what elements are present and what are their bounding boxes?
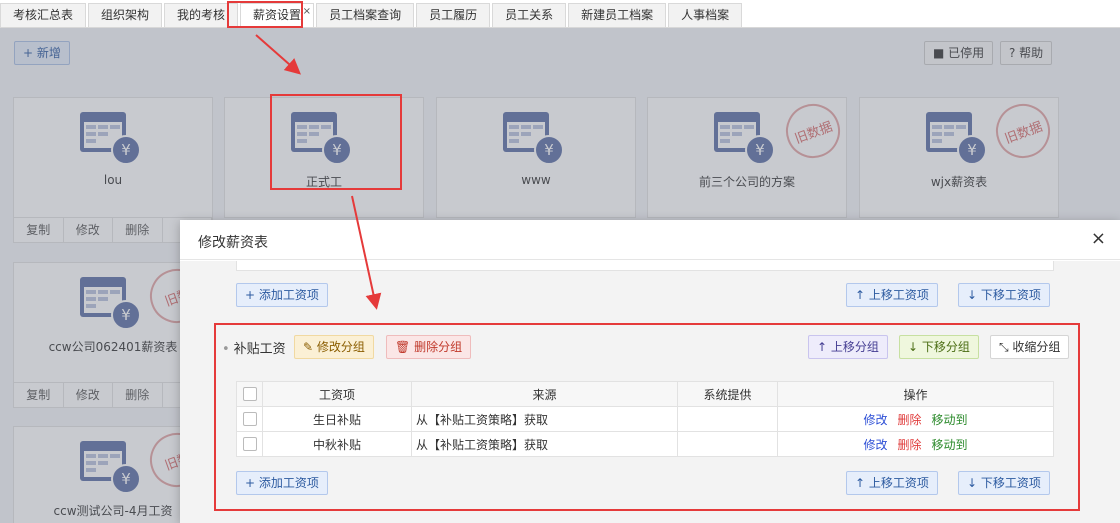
row-edit-link[interactable]: 修改 [863, 438, 887, 452]
tab-personnel-records[interactable]: 人事档案 [668, 3, 743, 27]
row-checkbox[interactable] [242, 437, 257, 452]
tab-assessment-summary[interactable]: 考核汇总表 [0, 3, 87, 27]
tab-employee-record-query[interactable]: 员工档案查询 [316, 3, 415, 27]
trash-icon: 🗑 [395, 340, 415, 354]
actions-cell: 修改 删除 移动到 [777, 431, 1054, 457]
move-group-up-label: 上移分组 [830, 340, 879, 354]
row-move-link[interactable]: 移动到 [932, 413, 968, 427]
tab-employee-relations[interactable]: 员工关系 [492, 3, 567, 27]
source-cell: 从【补贴工资策略】获取 [411, 406, 678, 432]
group-name-text: 补贴工资 [233, 342, 286, 357]
move-group-up-button[interactable]: ↑ 上移分组 [808, 335, 888, 359]
move-item-up-button[interactable]: ↑ 上移工资项 [846, 471, 938, 495]
collapse-group-button[interactable]: ⤡ 收缩分组 [990, 335, 1070, 359]
delete-group-label: 删除分组 [414, 340, 463, 354]
row-delete-link[interactable]: 删除 [897, 438, 921, 452]
move-item-down-button[interactable]: ↓ 下移工资项 [958, 471, 1050, 495]
modal-body: + 添加工资项 ↑ 上移工资项 ↓ 下移工资项 • 补贴工资 ✎ 修改分组 🗑 删… [180, 261, 1120, 523]
tab-bar: 考核汇总表 组织架构 我的考核 薪资设置 × 员工档案查询 员工履历 员工关系 … [0, 0, 1120, 28]
close-icon[interactable]: × [1091, 228, 1106, 249]
move-item-up-button[interactable]: ↑ 上移工资项 [846, 283, 938, 307]
item-cell: 生日补贴 [262, 406, 412, 432]
col-header-system: 系统提供 [677, 381, 778, 407]
arrow-up-icon: ↑ [817, 340, 831, 354]
row-checkbox[interactable] [242, 412, 257, 427]
edit-group-label: 修改分组 [316, 340, 365, 354]
table-row: 中秋补贴 从【补贴工资策略】获取 修改 删除 移动到 [236, 431, 1054, 457]
row-move-link[interactable]: 移动到 [932, 438, 968, 452]
edit-icon: ✎ [303, 340, 317, 354]
collapse-group-label: 收缩分组 [1012, 340, 1061, 354]
collapse-icon: ⤡ [999, 340, 1013, 354]
tab-employee-history[interactable]: 员工履历 [416, 3, 491, 27]
group-allowance: • 补贴工资 ✎ 修改分组 🗑 删除分组 ↑ 上移分组 ↓ 下移分组 ⤡ 收缩分组… [214, 323, 1080, 511]
col-header-source: 来源 [411, 381, 678, 407]
row-edit-link[interactable]: 修改 [863, 413, 887, 427]
move-group-down-label: 下移分组 [921, 340, 970, 354]
row-delete-link[interactable]: 删除 [897, 413, 921, 427]
edit-group-button[interactable]: ✎ 修改分组 [294, 335, 374, 359]
group-bullet: • [222, 342, 230, 357]
row-select-cell [236, 431, 263, 457]
source-cell: 从【补贴工资策略】获取 [411, 431, 678, 457]
add-item-button[interactable]: + 添加工资项 [236, 471, 328, 495]
select-all-cell [236, 381, 263, 407]
modal-title: 修改薪资表 [198, 235, 268, 251]
modal-header: 修改薪资表 × [180, 220, 1120, 260]
table-header-row: 工资项 来源 系统提供 操作 [236, 381, 1054, 407]
close-icon[interactable]: × [303, 1, 311, 23]
actions-cell: 修改 删除 移动到 [777, 406, 1054, 432]
col-header-actions: 操作 [777, 381, 1054, 407]
salary-items-table: 工资项 来源 系统提供 操作 生日补贴 从【补贴工资策略】获取 修改 删除 移动到 [236, 381, 1054, 457]
delete-group-button[interactable]: 🗑 删除分组 [386, 335, 472, 359]
tab-new-employee-record[interactable]: 新建员工档案 [568, 3, 667, 27]
group-name: • 补贴工资 [222, 338, 286, 357]
select-all-checkbox[interactable] [242, 387, 257, 402]
system-cell [677, 431, 778, 457]
item-cell: 中秋补贴 [262, 431, 412, 457]
system-cell [677, 406, 778, 432]
edit-salary-table-modal: 修改薪资表 × + 添加工资项 ↑ 上移工资项 ↓ 下移工资项 • 补贴工资 ✎ … [180, 220, 1120, 523]
add-item-button[interactable]: + 添加工资项 [236, 283, 328, 307]
arrow-down-icon: ↓ [908, 340, 922, 354]
table-row: 生日补贴 从【补贴工资策略】获取 修改 删除 移动到 [236, 406, 1054, 432]
previous-group-table-edge [236, 261, 1054, 271]
move-item-down-button[interactable]: ↓ 下移工资项 [958, 283, 1050, 307]
selected-card-highlight [270, 94, 402, 190]
tab-org-structure[interactable]: 组织架构 [88, 3, 163, 27]
active-tab-highlight [227, 1, 303, 28]
move-group-down-button[interactable]: ↓ 下移分组 [899, 335, 979, 359]
col-header-item: 工资项 [262, 381, 412, 407]
row-select-cell [236, 406, 263, 432]
